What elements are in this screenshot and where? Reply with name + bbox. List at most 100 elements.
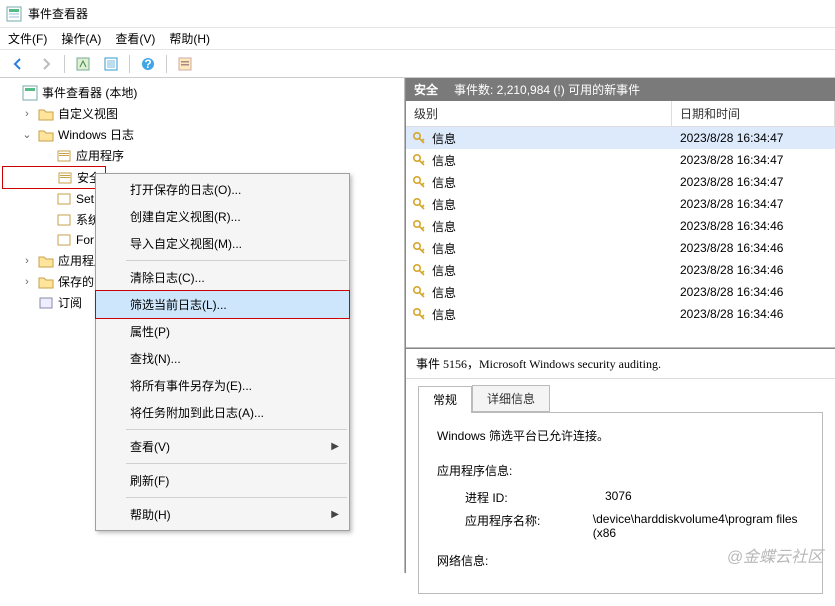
- table-row[interactable]: 信息 2023/8/28 16:34:46: [406, 215, 835, 237]
- toolbar-btn-3[interactable]: [173, 53, 197, 75]
- table-row[interactable]: 信息2023/8/28 16:34:47: [406, 193, 835, 215]
- right-pane-count: 事件数: 2,210,984 (!) 可用的新事件: [454, 81, 640, 98]
- tree-pane: 事件查看器 (本地) › 自定义视图 ⌄ Windows 日志 应用程序 安全 …: [0, 78, 405, 573]
- watermark: @金蝶云社区: [727, 543, 823, 567]
- row-level: 信息: [432, 196, 456, 213]
- key-icon: [412, 175, 426, 189]
- event-viewer-icon: [22, 85, 38, 101]
- list-header: 级别 日期和时间: [406, 101, 835, 127]
- menu-view[interactable]: 查看(V): [115, 30, 155, 47]
- back-button[interactable]: [6, 53, 30, 75]
- app-name-value: \device\harddiskvolume4\program files (x…: [593, 512, 804, 540]
- detail-title: 事件 5156，Microsoft Windows security audit…: [406, 349, 835, 379]
- menu-action[interactable]: 操作(A): [61, 30, 101, 47]
- row-level: 信息: [432, 240, 456, 257]
- process-id-value: 3076: [605, 489, 632, 506]
- svg-text:?: ?: [144, 57, 151, 71]
- row-level: 信息: [432, 152, 456, 169]
- key-icon: [412, 131, 426, 145]
- menu-bar: 文件(F) 操作(A) 查看(V) 帮助(H): [0, 28, 835, 50]
- detail-tabs: 常规 详细信息: [406, 379, 835, 412]
- title-bar: 事件查看器: [0, 0, 835, 28]
- table-row[interactable]: 信息2023/8/28 16:34:47: [406, 127, 835, 149]
- key-icon: [412, 263, 426, 277]
- help-button[interactable]: ?: [136, 53, 160, 75]
- row-level: 信息: [432, 306, 456, 323]
- row-level: 信息: [432, 130, 456, 147]
- log-icon: [56, 191, 72, 207]
- cm-refresh[interactable]: 刷新(F): [96, 467, 349, 494]
- log-icon: [56, 148, 72, 164]
- table-row[interactable]: 信息 2023/8/28 16:34:46: [406, 259, 835, 281]
- toolbar-btn-2[interactable]: [99, 53, 123, 75]
- chevron-right-icon: ▶: [331, 441, 339, 452]
- cm-clear-log[interactable]: 清除日志(C)...: [96, 264, 349, 291]
- chevron-right-icon: ▶: [331, 509, 339, 520]
- cm-create-custom-view[interactable]: 创建自定义视图(R)...: [96, 203, 349, 230]
- row-date: 2023/8/28 16:34:46: [672, 285, 835, 299]
- cm-filter-current-log[interactable]: 筛选当前日志(L)...: [95, 290, 350, 319]
- key-icon: [412, 197, 426, 211]
- subscriptions-icon: [38, 295, 54, 311]
- context-menu: 打开保存的日志(O)... 创建自定义视图(R)... 导入自定义视图(M)..…: [95, 173, 350, 531]
- row-date: 2023/8/28 16:34:46: [672, 307, 835, 321]
- table-row[interactable]: 信息 2023/8/28 16:34:47: [406, 149, 835, 171]
- detail-message: Windows 筛选平台已允许连接。: [437, 427, 804, 444]
- row-date: 2023/8/28 16:34:47: [672, 175, 835, 189]
- menu-file[interactable]: 文件(F): [8, 30, 47, 47]
- table-row[interactable]: 信息 2023/8/28 16:34:46: [406, 281, 835, 303]
- section-app-info: 应用程序信息:: [437, 462, 804, 479]
- row-date: 2023/8/28 16:34:46: [672, 241, 835, 255]
- tab-details[interactable]: 详细信息: [472, 385, 550, 412]
- process-id-label: 进程 ID:: [465, 489, 605, 506]
- cm-help[interactable]: 帮助(H)▶: [96, 501, 349, 528]
- cm-import-custom-view[interactable]: 导入自定义视图(M)...: [96, 230, 349, 257]
- col-level[interactable]: 级别: [406, 101, 672, 126]
- detail-pane: 事件 5156，Microsoft Windows security audit…: [406, 348, 835, 606]
- log-icon: [56, 212, 72, 228]
- key-icon: [412, 307, 426, 321]
- log-icon: [56, 232, 72, 248]
- row-level: 信息: [432, 262, 456, 279]
- forward-button[interactable]: [34, 53, 58, 75]
- window-title: 事件查看器: [28, 5, 88, 22]
- cm-find[interactable]: 查找(N)...: [96, 345, 349, 372]
- cm-properties[interactable]: 属性(P): [96, 318, 349, 345]
- folder-icon: [38, 106, 54, 122]
- table-row[interactable]: 信息 2023/8/28 16:34:46: [406, 303, 835, 325]
- cm-save-all-events-as[interactable]: 将所有事件另存为(E)...: [96, 372, 349, 399]
- toolbar: ?: [0, 50, 835, 78]
- row-level: 信息: [432, 174, 456, 191]
- right-pane-header: 安全 事件数: 2,210,984 (!) 可用的新事件: [406, 78, 835, 101]
- right-pane-title: 安全: [414, 81, 438, 98]
- cm-attach-task[interactable]: 将任务附加到此日志(A)...: [96, 399, 349, 426]
- toolbar-btn-1[interactable]: [71, 53, 95, 75]
- menu-help[interactable]: 帮助(H): [169, 30, 210, 47]
- folder-icon: [38, 253, 54, 269]
- log-icon: [57, 170, 73, 186]
- main-area: 事件查看器 (本地) › 自定义视图 ⌄ Windows 日志 应用程序 安全 …: [0, 78, 835, 573]
- row-level: 信息: [432, 284, 456, 301]
- row-date: 2023/8/28 16:34:46: [672, 219, 835, 233]
- tree-root[interactable]: 事件查看器 (本地): [2, 82, 402, 103]
- row-date: 2023/8/28 16:34:46: [672, 263, 835, 277]
- folder-open-icon: [38, 127, 54, 143]
- tree-security[interactable]: 安全: [3, 167, 105, 188]
- table-row[interactable]: 信息 2023/8/28 16:34:46: [406, 237, 835, 259]
- key-icon: [412, 285, 426, 299]
- cm-view[interactable]: 查看(V)▶: [96, 433, 349, 460]
- col-date[interactable]: 日期和时间: [672, 101, 835, 126]
- tree-windows-logs[interactable]: ⌄ Windows 日志: [2, 124, 402, 145]
- app-icon: [6, 6, 22, 22]
- key-icon: [412, 219, 426, 233]
- row-date: 2023/8/28 16:34:47: [672, 153, 835, 167]
- row-level: 信息: [432, 218, 456, 235]
- right-pane: 安全 事件数: 2,210,984 (!) 可用的新事件 级别 日期和时间 信息…: [405, 78, 835, 573]
- cm-open-saved-log[interactable]: 打开保存的日志(O)...: [96, 176, 349, 203]
- tree-application[interactable]: 应用程序: [2, 145, 402, 166]
- tree-custom-views[interactable]: › 自定义视图: [2, 103, 402, 124]
- event-list: 级别 日期和时间 信息 2023/8/28 16:34:47 信息 2023/8/28…: [406, 101, 835, 348]
- app-name-label: 应用程序名称:: [465, 512, 593, 540]
- tab-general[interactable]: 常规: [418, 386, 472, 413]
- table-row[interactable]: 信息 2023/8/28 16:34:47: [406, 171, 835, 193]
